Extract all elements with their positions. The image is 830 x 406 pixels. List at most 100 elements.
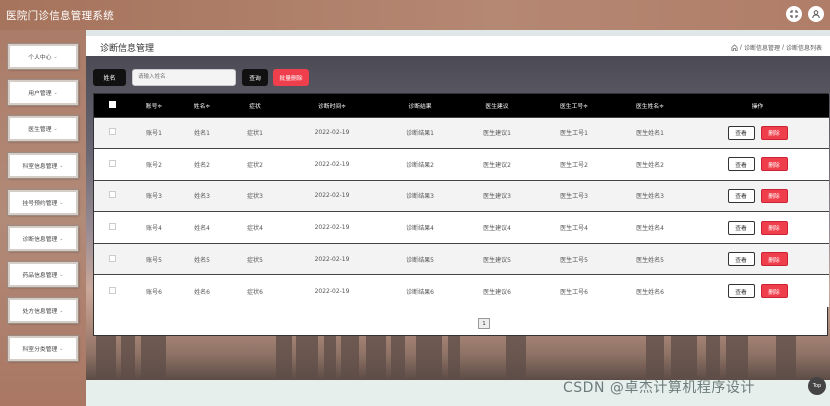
column-header-doctor-name[interactable]: 医生姓名≑: [614, 94, 686, 117]
user-button[interactable]: [808, 6, 824, 22]
sidebar-item-label: 挂号预约管理: [22, 201, 58, 207]
home-icon[interactable]: [731, 44, 738, 51]
delete-button[interactable]: 删除: [760, 157, 788, 172]
sidebar-item-prescriptions[interactable]: 处方信息管理 ⌄: [8, 298, 78, 323]
chevron-down-icon: ⌄: [53, 89, 58, 96]
table-row: 账号1 姓名1 症状1 2022-02-19 诊断结果1 医生建议1 医生工号1 医生姓名1 查…: [94, 117, 829, 149]
sidebar-item-label: 医生管理: [28, 127, 52, 133]
row-select-cell: [94, 149, 130, 181]
row-checkbox[interactable]: [108, 254, 116, 262]
cell-doctor-name: 医生姓名4: [636, 225, 664, 233]
column-header-actions: 操作: [751, 103, 764, 110]
column-header-account[interactable]: 账号≑: [130, 94, 178, 117]
column-header-doctor-id[interactable]: 医生工号≑: [534, 94, 614, 117]
name-search-label: 姓名: [93, 68, 126, 86]
cell-diagnosis-time: 2022-02-19: [314, 287, 350, 295]
chevron-down-icon: ⌄: [59, 345, 64, 352]
app-title: 医院门诊信息管理系统: [6, 10, 114, 22]
cell-diagnosis-time: 2022-02-19: [314, 192, 350, 200]
breadcrumb-separator: /: [739, 44, 742, 51]
breadcrumb-separator: /: [781, 44, 784, 51]
view-button[interactable]: 查看: [727, 220, 755, 235]
cell-name: 姓名3: [194, 193, 210, 201]
cell-diagnosis-result: 诊断结果4: [406, 225, 434, 233]
row-checkbox[interactable]: [108, 286, 116, 294]
cell-account: 账号3: [146, 193, 162, 201]
cell-doctor-id: 医生工号5: [560, 256, 588, 264]
row-checkbox[interactable]: [108, 223, 116, 231]
name-search-input[interactable]: [132, 68, 236, 86]
view-button[interactable]: 查看: [727, 284, 755, 299]
cell-symptom: 症状4: [247, 225, 263, 233]
sidebar-item-users[interactable]: 用户管理 ⌄: [8, 80, 78, 105]
cell-symptom: 症状2: [247, 161, 263, 169]
row-checkbox[interactable]: [108, 159, 116, 167]
sidebar-item-label: 诊断信息管理: [22, 237, 58, 243]
cell-diagnosis-result: 诊断结果1: [406, 130, 434, 138]
cell-symptom: 症状3: [247, 193, 263, 201]
column-header-symptom: 症状: [249, 103, 261, 110]
cell-doctor-advice: 医生建议5: [483, 256, 511, 264]
cell-symptom: 症状6: [247, 288, 263, 296]
cell-account: 账号5: [146, 256, 162, 264]
cell-doctor-name: 医生姓名2: [636, 161, 664, 169]
sidebar-item-label: 个人中心: [28, 55, 52, 61]
fullscreen-exit-button[interactable]: [786, 6, 802, 22]
row-checkbox[interactable]: [108, 128, 116, 136]
cell-actions: 查看 删除: [686, 117, 829, 149]
cell-account: 账号2: [146, 161, 162, 169]
sidebar-item-appointments[interactable]: 挂号预约管理 ⌄: [8, 190, 78, 215]
cell-doctor-id: 医生工号2: [560, 161, 588, 169]
pagination-current-page[interactable]: 1: [478, 318, 490, 329]
table-header-row: 账号≑ 姓名≑ 症状 诊断时间≑ 诊断结果 医生建议 医生工号≑ 医生姓名≑ 操…: [94, 94, 829, 117]
cell-doctor-id: 医生工号3: [560, 193, 588, 201]
view-button[interactable]: 查看: [727, 125, 755, 140]
cell-account: 账号4: [146, 225, 162, 233]
select-all-checkbox[interactable]: [108, 100, 116, 108]
view-button[interactable]: 查看: [727, 157, 755, 172]
delete-button[interactable]: 删除: [760, 252, 788, 267]
cell-diagnosis-time: 2022-02-19: [314, 224, 350, 232]
cell-diagnosis-result: 诊断结果6: [406, 288, 434, 296]
main-content: 诊断信息管理 / 诊断信息管理 / 诊断信息列表 姓名 查询 批量删除 账号≑ …: [86, 30, 830, 406]
cell-doctor-name: 医生姓名1: [636, 130, 664, 138]
breadcrumb-item[interactable]: 诊断信息管理: [744, 43, 780, 52]
row-select-cell: [94, 180, 130, 212]
sidebar-item-departments[interactable]: 科室信息管理 ⌄: [8, 153, 78, 178]
query-button[interactable]: 查询: [242, 68, 268, 86]
sidebar-item-department-categories[interactable]: 科室分类管理 ⌄: [8, 336, 78, 361]
table-row: 账号5 姓名5 症状5 2022-02-19 诊断结果5 医生建议5 医生工号5 医生姓名5 查…: [94, 243, 829, 275]
back-to-top-button[interactable]: Top: [808, 377, 826, 395]
row-checkbox[interactable]: [108, 191, 116, 199]
view-button[interactable]: 查看: [727, 188, 755, 203]
breadcrumb-item: 诊断信息列表: [785, 45, 822, 52]
sidebar-item-label: 科室分类管理: [22, 347, 58, 353]
cell-doctor-id: 医生工号6: [560, 288, 588, 296]
row-select-cell: [94, 212, 130, 244]
cell-doctor-name: 医生姓名3: [636, 193, 664, 201]
sidebar-item-medicines[interactable]: 药品信息管理 ⌄: [8, 262, 78, 287]
chevron-down-icon: ⌄: [59, 271, 64, 278]
batch-delete-button[interactable]: 批量删除: [273, 68, 309, 86]
cell-diagnosis-result: 诊断结果2: [406, 161, 434, 169]
cell-doctor-name: 医生姓名5: [636, 256, 664, 264]
sidebar-item-doctors[interactable]: 医生管理 ⌄: [8, 116, 78, 141]
page-title: 诊断信息管理: [100, 44, 155, 54]
delete-button[interactable]: 删除: [760, 284, 788, 299]
cell-symptom: 症状5: [247, 256, 263, 264]
delete-button[interactable]: 删除: [760, 220, 788, 235]
chevron-down-icon: ⌄: [59, 199, 64, 206]
cell-doctor-advice: 医生建议2: [483, 161, 511, 169]
cell-actions: 查看 删除: [686, 212, 829, 244]
view-button[interactable]: 查看: [727, 252, 755, 267]
delete-button[interactable]: 删除: [760, 125, 788, 140]
column-header-diagnosis-time[interactable]: 诊断时间≑: [284, 94, 380, 117]
cell-name: 姓名2: [194, 161, 210, 169]
delete-button[interactable]: 删除: [760, 188, 788, 203]
column-header-diagnosis-result: 诊断结果: [408, 103, 432, 110]
column-header-name[interactable]: 姓名≑: [178, 94, 226, 117]
cell-actions: 查看 删除: [686, 243, 829, 275]
sidebar-item-diagnosis[interactable]: 诊断信息管理 ⌄: [8, 226, 78, 251]
sidebar-item-personal-center[interactable]: 个人中心 ⌄: [8, 44, 78, 69]
sidebar-item-label: 处方信息管理: [22, 309, 58, 315]
